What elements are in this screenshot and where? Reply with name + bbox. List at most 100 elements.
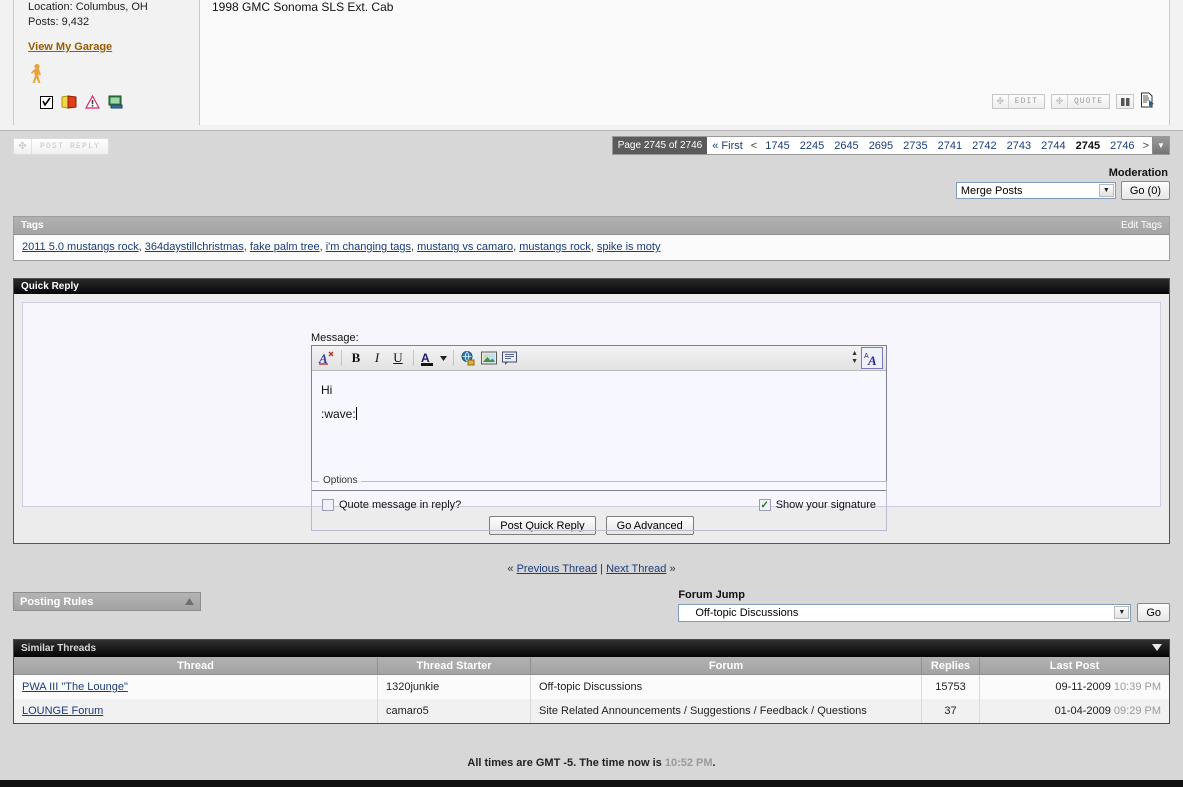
thread-navigation: « Previous Thread | Next Thread » (0, 563, 1183, 575)
page-link-2743[interactable]: 2743 (1002, 137, 1036, 154)
forum-jump-controls: Off-topic Discussions ▼ Go (678, 603, 1170, 622)
font-color-icon[interactable]: A (418, 349, 438, 368)
quick-reply-header: Quick Reply (14, 279, 1169, 294)
tags-header: Tags Edit Tags (14, 217, 1169, 235)
svg-text:A: A (421, 351, 430, 365)
insert-quote-icon[interactable] (500, 349, 520, 368)
multiquote-button[interactable] (1116, 94, 1134, 109)
quote-message-option[interactable]: Quote message in reply? (322, 499, 461, 511)
table-header-row: Thread Thread Starter Forum Replies Last… (14, 657, 1169, 675)
forum-jump-title: Forum Jump (678, 589, 745, 601)
edit-icon: ✤ (993, 95, 1009, 108)
tag-link[interactable]: 2011 5.0 mustangs rock (22, 241, 139, 253)
toolbar-separator (453, 350, 454, 366)
toolbar-separator (413, 350, 414, 366)
next-thread-link[interactable]: Next Thread (606, 563, 666, 575)
page-link-2741[interactable]: 2741 (933, 137, 967, 154)
remove-format-icon[interactable]: A (316, 349, 336, 368)
tags-header-label: Tags (21, 220, 44, 231)
moderation-controls: Merge Posts ▼ Go (0) (955, 181, 1170, 200)
forum-jump-select-value: Off-topic Discussions (695, 606, 799, 619)
table-row: PWA III "The Lounge" 1320junkie Off-topi… (14, 674, 1169, 699)
column-thread: Thread (14, 657, 378, 675)
page-link-2695[interactable]: 2695 (864, 137, 898, 154)
page-link-2746[interactable]: 2746 (1105, 137, 1139, 154)
chevron-up-icon[interactable] (185, 596, 194, 608)
cell-last-post: 01-04-2009 09:29 PM (979, 699, 1169, 723)
show-signature-checkbox[interactable]: ✓ (758, 499, 771, 511)
underline-icon[interactable]: U (388, 349, 408, 368)
tag-link[interactable]: 364daystillchristmas (145, 241, 244, 253)
view-my-garage-link[interactable]: View My Garage (28, 41, 112, 53)
insert-image-icon[interactable] (479, 349, 499, 368)
show-signature-option[interactable]: ✓ Show your signature (758, 499, 876, 511)
page-link-2645[interactable]: 2645 (829, 137, 863, 154)
column-last-post: Last Post (979, 657, 1169, 675)
tag-link[interactable]: spike is moty (597, 241, 661, 253)
italic-icon[interactable]: I (367, 349, 387, 368)
page-link-1745[interactable]: 1745 (760, 137, 794, 154)
toolbar-separator (341, 350, 342, 366)
warning-icon (84, 94, 101, 112)
insert-link-icon[interactable] (458, 349, 478, 368)
edit-tags-link[interactable]: Edit Tags (1121, 220, 1162, 231)
thread-link[interactable]: PWA III "The Lounge" (22, 681, 128, 693)
last-post-time: 09:29 PM (1113, 705, 1161, 717)
message-line-1: Hi (321, 383, 333, 397)
toggle-wysiwyg-icon[interactable]: AA (861, 347, 883, 369)
similar-threads-label: Similar Threads (21, 643, 97, 654)
cell-thread: LOUNGE Forum (14, 699, 378, 723)
forum-jump-select[interactable]: Off-topic Discussions ▼ (678, 603, 1132, 622)
quick-reply-panel: Quick Reply Message: A B I U A ▲ ▼ A A H… (13, 278, 1170, 544)
quote-button[interactable]: ✤ QUOTE (1050, 94, 1110, 109)
edit-button[interactable]: ✤ EDIT (991, 94, 1045, 109)
current-time: 10:52 PM (664, 757, 713, 769)
chevron-down-icon: ▼ (1114, 605, 1130, 619)
timezone-text: All times are GMT -5. The time now is (467, 757, 665, 769)
post-user-panel: Location: Columbus, OH Posts: 9,432 View… (13, 0, 200, 125)
page-link-2742[interactable]: 2742 (967, 137, 1001, 154)
chevron-down-icon[interactable] (439, 349, 448, 368)
previous-thread-link[interactable]: Previous Thread (517, 563, 598, 575)
column-forum: Forum (530, 657, 922, 675)
table-row: LOUNGE Forum camaro5 Site Related Announ… (14, 699, 1169, 723)
editor-resize-icon[interactable]: ▲ ▼ (851, 350, 858, 366)
page-prev-link[interactable]: < (748, 137, 760, 154)
thread-link[interactable]: LOUNGE Forum (22, 705, 103, 717)
post-reply-button[interactable]: ✤ POST REPLY (13, 138, 110, 155)
tag-link[interactable]: i'm changing tags (326, 241, 411, 253)
tag-link[interactable]: fake palm tree (250, 241, 320, 253)
page-link-2245[interactable]: 2245 (795, 137, 829, 154)
page-link-2735[interactable]: 2735 (898, 137, 932, 154)
similar-threads-header: Similar Threads (14, 640, 1169, 657)
chevron-down-icon: ▼ (1098, 184, 1114, 197)
forum-jump-panel: Forum Jump Off-topic Discussions ▼ Go (678, 589, 1170, 622)
footer-timezone: All times are GMT -5. The time now is 10… (0, 757, 1183, 769)
chevron-down-icon[interactable] (1152, 643, 1162, 654)
message-textarea[interactable]: Hi :wave: (312, 371, 886, 490)
page-first-link[interactable]: « First (707, 137, 748, 154)
bold-icon[interactable]: B (346, 349, 366, 368)
moderation-go-button[interactable]: Go (0) (1120, 181, 1170, 200)
moderation-select[interactable]: Merge Posts ▼ (955, 182, 1116, 199)
page-next-link[interactable]: > (1140, 137, 1152, 154)
posting-rules-header[interactable]: Posting Rules (13, 592, 201, 611)
cell-replies: 37 (921, 699, 980, 723)
post-reply-icon: ✤ (14, 139, 32, 154)
last-post-time: 10:39 PM (1113, 681, 1161, 693)
footer-period: . (712, 757, 716, 769)
forum-jump-go-button[interactable]: Go (1137, 603, 1170, 622)
tag-link[interactable]: mustangs rock (519, 241, 591, 253)
cell-forum: Site Related Announcements / Suggestions… (530, 699, 922, 723)
options-legend: Options (319, 475, 362, 486)
page-link-2744[interactable]: 2744 (1036, 137, 1070, 154)
quote-message-checkbox[interactable] (322, 499, 334, 511)
column-replies: Replies (921, 657, 980, 675)
checkbox-icon (40, 95, 53, 112)
chevron-down-icon[interactable]: ▼ (1152, 137, 1169, 154)
tag-link[interactable]: mustang vs camaro (417, 241, 513, 253)
message-line-2: :wave: (321, 407, 357, 421)
prev-thread-arrow: « (507, 563, 514, 575)
report-post-icon[interactable] (1140, 92, 1155, 111)
user-post-count: Posts: 9,432 (28, 16, 90, 28)
